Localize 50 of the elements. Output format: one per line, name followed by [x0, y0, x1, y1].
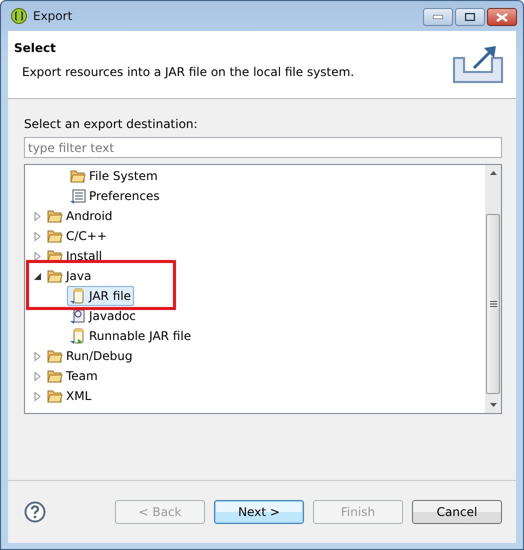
- list-icon: [70, 188, 86, 204]
- expand-icon[interactable]: [33, 252, 42, 260]
- window-title: Export: [33, 9, 74, 23]
- tree-item[interactable]: Javadoc: [67, 306, 139, 326]
- scroll-up-icon[interactable]: [490, 171, 496, 175]
- dialog-button[interactable]: Next >: [214, 500, 304, 524]
- export-icon: [452, 44, 504, 84]
- page-description: Export resources into a JAR file on the local file system.: [22, 65, 354, 79]
- expand-icon[interactable]: [33, 352, 42, 360]
- tree-item[interactable]: Java: [44, 266, 94, 286]
- tree-item[interactable]: Runnable JAR file: [67, 326, 194, 346]
- tree-item[interactable]: File System: [67, 166, 161, 186]
- tree-item[interactable]: XML: [44, 386, 94, 406]
- help-icon[interactable]: [24, 501, 46, 523]
- close-button[interactable]: [487, 8, 517, 26]
- expand-icon[interactable]: [33, 372, 42, 380]
- destination-label: Select an export destination:: [24, 117, 199, 131]
- page-title: Select: [14, 41, 57, 55]
- folder-icon: [47, 368, 63, 384]
- maximize-button[interactable]: [455, 8, 485, 26]
- expand-icon[interactable]: [33, 232, 42, 240]
- tree-item[interactable]: Install: [44, 246, 106, 266]
- tree-item[interactable]: C/C++: [44, 226, 110, 246]
- folder-icon: [70, 168, 86, 184]
- tree-item[interactable]: JAR file: [67, 286, 134, 306]
- scroll-thumb[interactable]: [486, 214, 500, 394]
- folder-icon: [47, 268, 63, 284]
- collapse-icon[interactable]: [33, 272, 42, 280]
- minimize-icon: [433, 15, 443, 19]
- app-icon: [11, 8, 27, 24]
- jar-icon: [70, 328, 86, 344]
- jar-icon: [70, 288, 86, 304]
- tree-item[interactable]: Team: [44, 366, 101, 386]
- expand-icon[interactable]: [33, 392, 42, 400]
- folder-icon: [47, 348, 63, 364]
- dialog-button[interactable]: Cancel: [412, 500, 502, 524]
- minimize-button[interactable]: [423, 8, 453, 26]
- expand-icon[interactable]: [33, 212, 42, 220]
- filter-field[interactable]: type filter text: [24, 137, 502, 158]
- folder-icon: [47, 228, 63, 244]
- tree-item[interactable]: Android: [44, 206, 116, 226]
- tree-item[interactable]: Preferences: [67, 186, 163, 206]
- scroll-down-icon[interactable]: [490, 403, 496, 407]
- tree-item[interactable]: Run/Debug: [44, 346, 136, 366]
- maximize-icon: [465, 13, 475, 21]
- document-icon: [70, 308, 86, 324]
- scrollbar[interactable]: [485, 165, 501, 413]
- folder-icon: [47, 208, 63, 224]
- close-icon: [496, 12, 508, 22]
- folder-icon: [47, 388, 63, 404]
